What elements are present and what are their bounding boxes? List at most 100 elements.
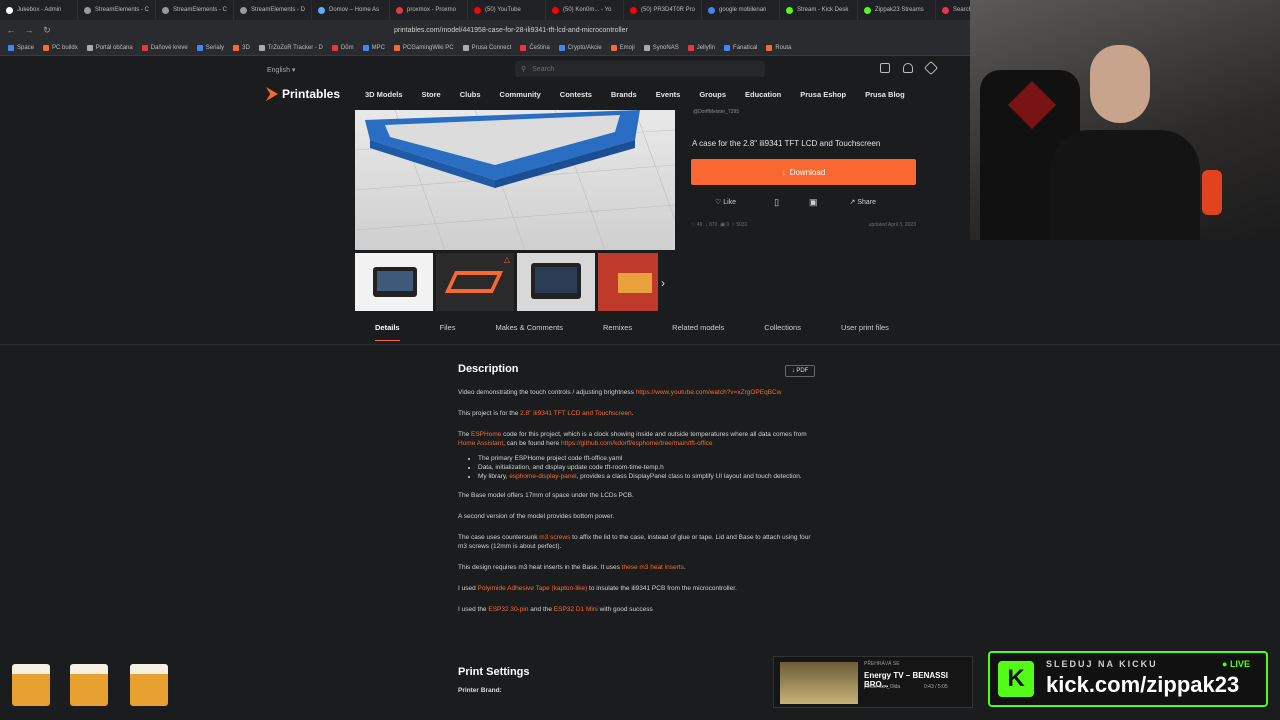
browser-tab[interactable]: google mobilenan xyxy=(702,0,780,20)
browser-tab-label: StreamElements - C xyxy=(173,7,228,13)
bookmark-item[interactable]: Crypto/Akcie xyxy=(558,44,602,51)
nav-clubs[interactable]: Clubs xyxy=(460,90,481,99)
bookmark-item[interactable]: Space xyxy=(8,44,34,51)
nav-groups[interactable]: Groups xyxy=(699,90,726,99)
esp32-d1-mini-link[interactable]: ESP32 D1 Mini xyxy=(554,606,598,613)
thumbnail-4[interactable] xyxy=(598,253,658,311)
description-paragraph: This project is for the 2.8" ili9341 TFT… xyxy=(458,410,634,417)
bookmark-item[interactable]: Routa xyxy=(766,44,791,51)
bookmark-item[interactable]: SynoNAS xyxy=(643,44,679,51)
thumbnail-1[interactable] xyxy=(355,253,433,311)
make-photo-icon[interactable]: ▣ xyxy=(809,197,818,208)
bookmark-favicon-icon xyxy=(462,44,469,51)
browser-tab-label: (50) Kon0m... - Yo xyxy=(563,7,612,13)
nav-contests[interactable]: Contests xyxy=(560,90,592,99)
tab-details[interactable]: Details xyxy=(375,323,400,341)
tab-remixes[interactable]: Remixes xyxy=(603,323,632,341)
language-selector[interactable]: English ▾ xyxy=(267,66,295,74)
bookmark-item[interactable]: Emoji xyxy=(610,44,635,51)
bookmark-icon[interactable]: ▯ xyxy=(774,197,779,208)
messages-icon[interactable] xyxy=(880,63,890,73)
description-paragraph: The case uses countersunk m3 screws to a… xyxy=(458,534,811,550)
bookmark-item[interactable]: 3D xyxy=(233,44,250,51)
printables-logo[interactable]: Printables xyxy=(266,87,340,101)
browser-tab[interactable]: StreamElements - C xyxy=(78,0,156,20)
tab-related-models[interactable]: Related models xyxy=(672,323,724,341)
thumbnail-3[interactable] xyxy=(517,253,595,311)
bookmark-item[interactable]: Čeština xyxy=(520,44,550,51)
tab-favicon-icon xyxy=(240,6,247,14)
now-playing-widget: PŘEHRÁVÁ SE Energy TV – BENASSI BRO... p… xyxy=(773,656,973,708)
like-button[interactable]: ♡ Like xyxy=(715,198,736,206)
model-preview-image[interactable] xyxy=(355,110,675,250)
nav-3d-models[interactable]: 3D Models xyxy=(365,90,403,99)
beer-icons xyxy=(10,654,175,708)
chevron-right-icon[interactable]: › xyxy=(661,276,665,290)
bookmark-favicon-icon xyxy=(520,44,527,51)
browser-tab[interactable]: StreamElements - C xyxy=(156,0,234,20)
youtube-link[interactable]: https://www.youtube.com/watch?v=xZrgOPEq… xyxy=(636,389,782,396)
bookmark-item[interactable]: Serialy xyxy=(196,44,224,51)
nav-education[interactable]: Education xyxy=(745,90,781,99)
browser-tab[interactable]: (50) PR3D4T0R Pro xyxy=(624,0,702,20)
browser-tab-label: Zippak23 Streams xyxy=(875,7,924,13)
browser-tab[interactable]: Stream - Kick Desk xyxy=(780,0,858,20)
heat-inserts-link[interactable]: these m3 heat inserts xyxy=(622,564,684,571)
browser-tab[interactable]: (50) YouTube xyxy=(468,0,546,20)
description-heading: Description xyxy=(458,363,519,375)
streamer-shirt xyxy=(1050,130,1200,240)
url-field[interactable]: printables.com/model/441958-case-for-28-… xyxy=(394,27,628,34)
browser-tab[interactable]: proxmox - Proxmo xyxy=(390,0,468,20)
forward-icon[interactable]: → xyxy=(22,25,36,35)
upload-icon[interactable] xyxy=(923,60,939,76)
bookmark-item[interactable]: Daňové kreve xyxy=(141,44,188,51)
nav-store[interactable]: Store xyxy=(422,90,441,99)
live-badge: ● LIVE xyxy=(1222,659,1250,669)
home-assistant-link[interactable]: Home Assistant xyxy=(458,440,503,447)
browser-tab[interactable]: StreamElements - D xyxy=(234,0,312,20)
bookmark-item[interactable]: TrZoZoR Tracker - D xyxy=(258,44,323,51)
nav-community[interactable]: Community xyxy=(500,90,541,99)
tab-favicon-icon xyxy=(864,6,871,14)
bookmark-item[interactable]: Jellyfin xyxy=(687,44,715,51)
tab-makes-comments[interactable]: Makes & Comments xyxy=(495,323,563,341)
download-button[interactable]: ↓ Download xyxy=(691,159,916,185)
back-icon[interactable]: ← xyxy=(4,25,18,35)
kapton-tape-link[interactable]: Polyimide Adhesive Tape (kapton-like) xyxy=(478,585,588,592)
nav-prusa-eshop[interactable]: Prusa Eshop xyxy=(800,90,846,99)
browser-tab[interactable]: Zippak23 Streams xyxy=(858,0,936,20)
bookmark-item[interactable]: Fanatical xyxy=(724,44,757,51)
thumbnail-2[interactable]: △ xyxy=(436,253,514,311)
bookmark-label: 3D xyxy=(242,44,250,51)
3d-view-icon: △ xyxy=(503,255,510,264)
github-link[interactable]: https://github.com/kdorff/esphome/tree/m… xyxy=(561,440,713,447)
reload-icon[interactable]: ↻ xyxy=(40,25,54,36)
bookmark-item[interactable]: Portál občana xyxy=(86,44,133,51)
nav-prusa-blog[interactable]: Prusa Blog xyxy=(865,90,905,99)
bookmark-item[interactable]: PC buildx xyxy=(43,44,78,51)
bookmark-item[interactable]: Dům xyxy=(331,44,354,51)
bell-icon[interactable] xyxy=(903,63,913,73)
list-item: The primary ESPHome project code tft-off… xyxy=(478,454,816,463)
bookmark-label: Crypto/Akcie xyxy=(567,44,602,51)
share-button[interactable]: ↗ Share xyxy=(850,198,877,206)
browser-tab[interactable]: (50) Kon0m... - Yo xyxy=(546,0,624,20)
tab-files[interactable]: Files xyxy=(440,323,456,341)
bookmark-item[interactable]: MPC xyxy=(362,44,385,51)
description-paragraph: The Base model offers 17mm of space unde… xyxy=(458,492,634,499)
nav-events[interactable]: Events xyxy=(656,90,681,99)
tab-user-print-files[interactable]: User print files xyxy=(841,323,889,341)
bookmark-item[interactable]: Prusa Connect xyxy=(462,44,511,51)
author-handle[interactable]: @DorffMeister_7295 xyxy=(693,109,739,115)
browser-tab[interactable]: Domov – Home As xyxy=(312,0,390,20)
display-panel-link[interactable]: esphome-display-panel xyxy=(509,473,576,480)
lcd-link[interactable]: 2.8" ili9341 TFT LCD and Touchscreen xyxy=(520,410,631,417)
nav-brands[interactable]: Brands xyxy=(611,90,637,99)
browser-tab[interactable]: Jukebox - Admin xyxy=(0,0,78,20)
esp32-30pin-link[interactable]: ESP32 30-pin xyxy=(488,606,528,613)
search-input[interactable]: ⚲ Search xyxy=(515,61,765,77)
tab-collections[interactable]: Collections xyxy=(764,323,801,341)
m3-screws-link[interactable]: m3 screws xyxy=(539,534,570,541)
esphome-link[interactable]: ESPHome xyxy=(471,431,501,438)
bookmark-item[interactable]: PCGamingWiki PC xyxy=(393,44,454,51)
